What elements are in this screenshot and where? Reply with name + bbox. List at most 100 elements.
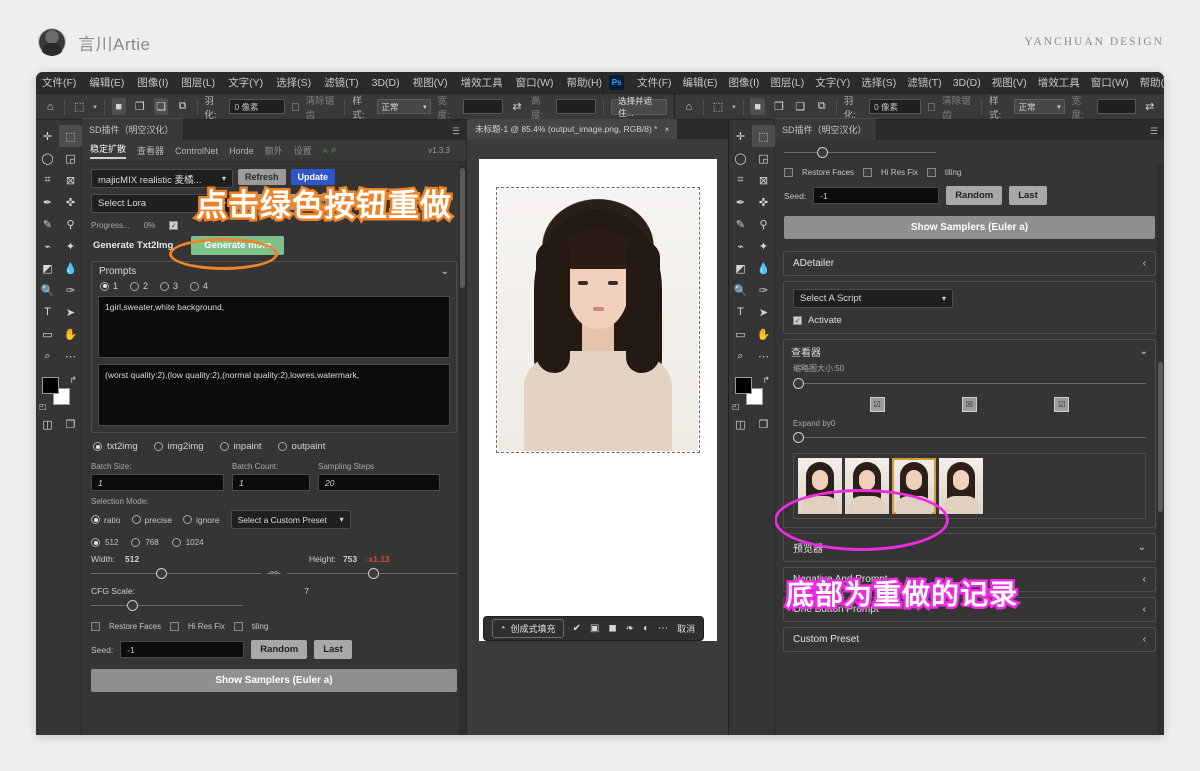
tiling-checkbox[interactable]: ✓ (234, 622, 243, 631)
gradient-tool-icon[interactable]: ◩ (36, 257, 59, 279)
frame-tool-icon[interactable]: ⊠ (59, 169, 82, 191)
prompt-slot-radios[interactable]: 1 2 3 4 (92, 281, 456, 296)
history-brush-tool-icon[interactable]: ✦ (752, 235, 775, 257)
prompt-slot-1[interactable]: 1 (100, 281, 118, 291)
gradient-tool-icon[interactable]: ◩ (729, 257, 752, 279)
chevron-down-icon[interactable]: ⌄ (1138, 542, 1146, 553)
foreground-color-swatch[interactable] (735, 377, 752, 394)
sampling-steps-input[interactable]: 20 (318, 474, 440, 491)
menu-filter-2[interactable]: 滤镜(T) (907, 75, 941, 90)
menubar-left[interactable]: 文件(F) 编辑(E) 图像(I) 图层(L) 文字(Y) 选择(S) 滤镜(T… (36, 72, 602, 94)
lora-select[interactable]: Select Lora ▾ (91, 194, 233, 213)
menu-select[interactable]: 选择(S) (276, 75, 311, 90)
select-and-mask-button[interactable]: 选择并遮住... (611, 99, 666, 115)
screen-mode-icon[interactable]: ❐ (752, 413, 775, 435)
pen-tool-icon[interactable]: ✑ (752, 279, 775, 301)
brush-icon[interactable]: ✔ (573, 623, 581, 634)
restore-faces-checkbox-right[interactable]: ✓ (784, 168, 793, 177)
chevron-left-icon[interactable]: ‹ (1143, 574, 1146, 585)
lasso-tool-icon[interactable]: ◯ (729, 147, 752, 169)
model-select[interactable]: majicMIX realistic 麦橘... ▾ (91, 169, 233, 188)
generative-fill-toolbar[interactable]: ◔ 创成式填充 ✔ ▣ ◼ ❧ ◐ ⋯ 取消 (483, 616, 705, 641)
quick-mask-icon[interactable]: ◫ (36, 413, 59, 435)
move-tool-icon[interactable]: ✛ (36, 125, 59, 147)
prompt-slot-3[interactable]: 3 (160, 281, 178, 291)
sd-subtabs[interactable]: 稳定扩散 查看器 ControlNet Horde 额外 设置 A P v1.3… (82, 140, 466, 162)
tiling-checkbox-right[interactable]: ✓ (927, 168, 936, 177)
menu-layer[interactable]: 图层(L) (181, 75, 215, 90)
home-icon[interactable]: ⌂ (43, 98, 57, 115)
history-thumbnail[interactable] (798, 458, 842, 514)
intersect-selection-icon[interactable]: ⧉ (815, 98, 829, 115)
swap-colors-icon[interactable]: ↱ (69, 375, 77, 386)
one-button-prompt-section[interactable]: One Button Prompt ‹ (783, 597, 1156, 622)
crop-tool-icon[interactable]: ⌗ (36, 169, 59, 191)
adetailer-section[interactable]: ADetailer ‹ (783, 251, 1156, 276)
feather-input[interactable]: 0 像素 (869, 99, 921, 114)
menu-type-2[interactable]: 文字(Y) (815, 75, 850, 90)
menu-image-2[interactable]: 图像(I) (729, 75, 760, 90)
menu-edit-2[interactable]: 编辑(E) (683, 75, 718, 90)
chevron-down-icon[interactable]: ⌄ (441, 266, 449, 277)
progress-checkbox[interactable]: ✓ (169, 221, 178, 230)
random-seed-button-right[interactable]: Random (946, 186, 1002, 205)
path-select-tool-icon[interactable]: ➤ (59, 301, 82, 323)
selection-mode-precise[interactable]: precise (132, 515, 172, 525)
blur-tool-icon[interactable]: 💧 (752, 257, 775, 279)
brush-tool-icon[interactable]: ✎ (729, 213, 752, 235)
canvas-area[interactable]: ◔ 创成式填充 ✔ ▣ ◼ ❧ ◐ ⋯ 取消 (467, 139, 728, 735)
negative-prompt-textarea[interactable]: (worst quality:2),(low quality:2),(norma… (98, 364, 450, 426)
chevron-left-icon[interactable]: ‹ (1143, 258, 1146, 269)
restore-faces-checkbox[interactable]: ✓ (91, 622, 100, 631)
confirm-icon[interactable]: ☑ (1054, 397, 1069, 412)
eraser-tool-icon[interactable]: ⌁ (36, 235, 59, 257)
selection-mode-ignore[interactable]: ignore (183, 515, 220, 525)
size-preset-512[interactable]: 512 (91, 538, 118, 547)
history-brush-tool-icon[interactable]: ✦ (59, 235, 82, 257)
height-slider[interactable] (287, 567, 457, 580)
prompt-slot-4[interactable]: 4 (190, 281, 208, 291)
menu-file-2[interactable]: 文件(F) (637, 75, 671, 90)
antialias-checkbox[interactable] (292, 103, 299, 111)
contrast-icon[interactable]: ◐ (643, 623, 649, 634)
tool-strip-right[interactable]: ✛ ⬚ ◯ ◲ ⌗ ⊠ ✒ ✜ ✎ ⚲ ⌁ ✦ ◩ 💧 🔍 ✑ T ➤ ▭ ✋ (729, 120, 775, 735)
add-selection-icon[interactable]: ❐ (133, 98, 147, 115)
new-selection-icon[interactable]: ■ (112, 98, 126, 115)
more-tools-icon[interactable]: ⋯ (59, 345, 82, 367)
left-panel-scrollbar[interactable] (459, 162, 466, 735)
quick-select-tool-icon[interactable]: ◲ (59, 147, 82, 169)
subtab-stable-diffusion[interactable]: 稳定扩散 (90, 142, 126, 159)
custom-preset-select[interactable]: Select a Custom Preset ▾ (231, 510, 351, 529)
show-samplers-button-right[interactable]: Show Samplers (Euler a) (784, 216, 1155, 239)
seed-input[interactable]: -1 (120, 641, 244, 658)
update-button[interactable]: Update (291, 169, 336, 185)
menu-3d-2[interactable]: 3D(D) (953, 77, 981, 89)
new-selection-icon[interactable]: ■ (750, 98, 764, 115)
reject-icon[interactable]: ☒ (962, 397, 977, 412)
quick-mask-icon[interactable]: ◫ (729, 413, 752, 435)
menu-filter[interactable]: 滤镜(T) (324, 75, 358, 90)
panel-menu-icon[interactable]: ☰ (1150, 126, 1158, 137)
menu-type[interactable]: 文字(Y) (228, 75, 263, 90)
crop-tool-icon[interactable]: ⌗ (729, 169, 752, 191)
positive-prompt-textarea[interactable]: 1girl,sweater,white background, (98, 296, 450, 358)
healing-brush-tool-icon[interactable]: ✜ (752, 191, 775, 213)
intersect-selection-icon[interactable]: ⧉ (175, 98, 189, 115)
options-bar-left[interactable]: ⌂ ⬚ ▾ ■ ❐ ❏ ⧉ 羽化: 0 像素 清除锯齿 样式: 正常 ▾ 宽度:… (36, 94, 674, 120)
prompt-slot-2[interactable]: 2 (130, 281, 148, 291)
menu-window-2[interactable]: 窗口(W) (1091, 75, 1129, 90)
default-colors-icon[interactable]: ◰ (39, 402, 47, 411)
tool-strip-left[interactable]: ✛ ⬚ ◯ ◲ ⌗ ⊠ ✒ ✜ ✎ ⚲ ⌁ ✦ ◩ 💧 🔍 ✑ T ➤ ▭ ✋ … (36, 120, 82, 735)
move-tool-icon[interactable]: ✛ (729, 125, 752, 147)
transform-icon[interactable]: ▣ (590, 623, 599, 634)
link-dimensions-icon[interactable]: -⚯- (267, 568, 281, 579)
expand-by-slider[interactable] (793, 431, 1146, 444)
show-samplers-button[interactable]: Show Samplers (Euler a) (91, 669, 457, 692)
menu-view[interactable]: 视图(V) (413, 75, 448, 90)
accept-icon[interactable]: ☑ (870, 397, 885, 412)
width-input[interactable] (463, 99, 503, 114)
color-swatches[interactable]: ↱ ◰ (729, 373, 775, 413)
hires-fix-checkbox-right[interactable]: ✓ (863, 168, 872, 177)
menu-image[interactable]: 图像(I) (137, 75, 168, 90)
zoom-tool-icon[interactable]: ⌕ (36, 345, 59, 367)
